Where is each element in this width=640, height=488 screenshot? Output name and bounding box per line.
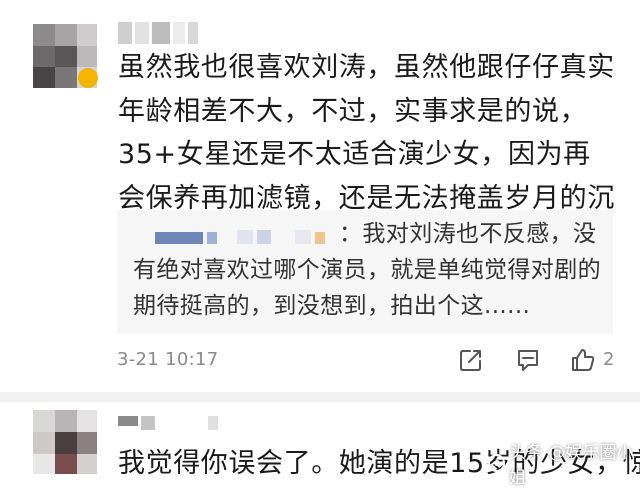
username-blurred[interactable] xyxy=(118,22,201,46)
section-divider xyxy=(0,392,640,402)
watermark-logo-icon xyxy=(488,454,505,472)
reply-avatar[interactable] xyxy=(33,410,97,474)
comment-icon[interactable] xyxy=(515,347,541,373)
vip-badge-icon xyxy=(78,68,98,88)
quoted-comment-text: ：我对刘涛也不反感，没有绝对喜欢过哪个演员，就是单纯觉得对剧的期待挺高的，到没想… xyxy=(133,221,601,319)
watermark-text: 头条 @娱乐圈小姐 xyxy=(508,443,634,488)
comment-card: 虽然我也很喜欢刘涛，虽然他跟仔仔真实年龄相差不大，不过，实事求是的说，35+女星… xyxy=(0,0,640,392)
timestamp: 3-21 10:17 xyxy=(117,349,219,370)
quoted-comment[interactable]: ：我对刘涛也不反感，没有绝对喜欢过哪个演员，就是单纯觉得对剧的期待挺高的，到没想… xyxy=(117,210,613,334)
watermark: 头条 @娱乐圈小姐 xyxy=(488,443,640,488)
thumbs-up-icon[interactable] xyxy=(570,347,596,373)
like-count: 2 xyxy=(603,349,615,370)
reply-username-blurred[interactable] xyxy=(118,416,221,440)
share-icon[interactable] xyxy=(458,347,484,373)
